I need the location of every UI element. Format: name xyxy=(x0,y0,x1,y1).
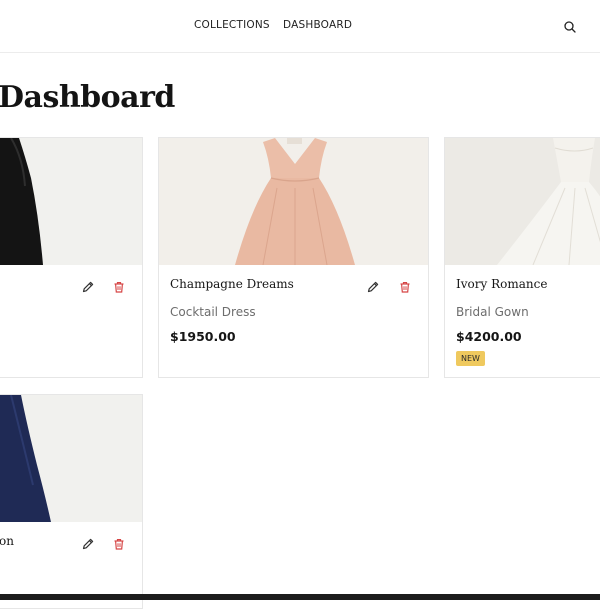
footer-bar xyxy=(0,594,600,600)
new-badge: NEW xyxy=(456,351,485,366)
product-card: on xyxy=(0,394,143,609)
product-name: Champagne Dreams xyxy=(170,277,294,291)
product-price: $1950.00 xyxy=(170,329,236,344)
blush-cocktail-dress-photo xyxy=(159,138,428,265)
product-card: Champagne Dreams Cocktail Dress $1950.00 xyxy=(158,137,429,378)
edit-button[interactable] xyxy=(81,537,95,551)
search-icon[interactable] xyxy=(563,19,577,33)
nav-link-dashboard[interactable]: DASHBOARD xyxy=(283,19,352,31)
page-title: Dashboard xyxy=(0,80,175,115)
product-card: Ivory Romance Bridal Gown $4200.00 NEW xyxy=(444,137,600,378)
white-bridal-gown-photo xyxy=(445,138,600,265)
product-card xyxy=(0,137,143,378)
delete-button[interactable] xyxy=(112,280,126,294)
delete-button[interactable] xyxy=(112,537,126,551)
delete-button[interactable] xyxy=(398,280,412,294)
product-price: $4200.00 xyxy=(456,329,522,344)
nav-link-collections[interactable]: COLLECTIONS xyxy=(194,19,270,31)
edit-button[interactable] xyxy=(81,280,95,294)
product-name: Ivory Romance xyxy=(456,277,548,291)
black-gown-photo xyxy=(0,138,142,265)
product-name: on xyxy=(0,534,14,548)
product-category: Bridal Gown xyxy=(456,305,529,319)
top-nav: COLLECTIONS DASHBOARD xyxy=(0,0,600,53)
product-category: Cocktail Dress xyxy=(170,305,256,319)
edit-button[interactable] xyxy=(366,280,380,294)
navy-gown-photo xyxy=(0,395,142,522)
